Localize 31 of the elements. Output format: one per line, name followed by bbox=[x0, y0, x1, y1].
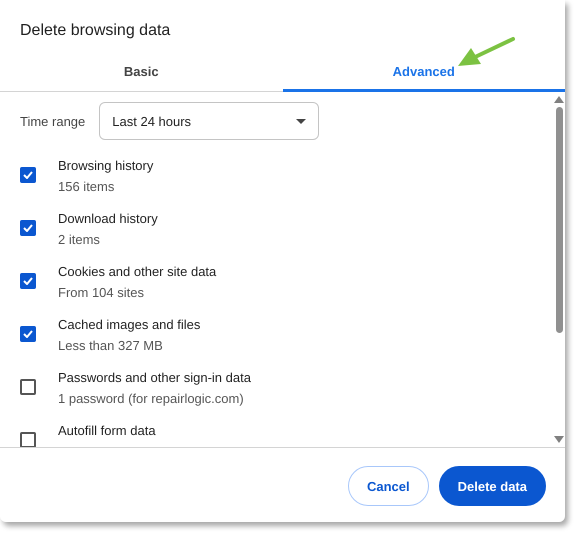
dialog-title: Delete browsing data bbox=[20, 22, 170, 41]
option-detail: 156 items bbox=[58, 179, 116, 194]
tab[interactable]: Basic bbox=[0, 60, 282, 92]
checkbox[interactable] bbox=[20, 379, 36, 395]
delete-button[interactable]: Delete data bbox=[438, 466, 546, 506]
checkbox[interactable] bbox=[20, 326, 36, 342]
scroll-down-icon[interactable] bbox=[554, 436, 564, 443]
caret-icon bbox=[296, 118, 306, 124]
option-detail: 2 items bbox=[58, 232, 101, 247]
option-detail: From 104 sites bbox=[58, 285, 145, 300]
scrollbar-thumb[interactable] bbox=[556, 107, 562, 333]
checkbox[interactable] bbox=[20, 167, 36, 183]
option-label: Browsing history bbox=[58, 158, 154, 173]
time-range-dropdown[interactable]: Last 24 hours bbox=[99, 102, 320, 140]
check-icon bbox=[23, 171, 33, 179]
option-label: Download history bbox=[58, 211, 158, 226]
scroll-up-icon[interactable] bbox=[554, 96, 564, 103]
checkbox[interactable] bbox=[20, 432, 36, 447]
check-icon bbox=[23, 330, 33, 338]
option-detail: 1 password (for repairlogic.com) bbox=[58, 391, 245, 406]
checkbox[interactable] bbox=[20, 220, 36, 236]
checkbox[interactable] bbox=[20, 273, 36, 289]
time-range-label: Time range bbox=[20, 114, 86, 128]
check-icon bbox=[23, 277, 33, 285]
option-label: Cookies and other site data bbox=[58, 264, 216, 279]
option-label: Cached images and files bbox=[58, 317, 200, 332]
option-detail: Less than 327 MB bbox=[58, 338, 164, 353]
option-label: Passwords and other sign-in data bbox=[58, 370, 251, 385]
check-icon bbox=[23, 224, 33, 232]
cancel-button[interactable]: Cancel bbox=[348, 466, 429, 506]
option-label: Autofill form data bbox=[58, 423, 156, 438]
